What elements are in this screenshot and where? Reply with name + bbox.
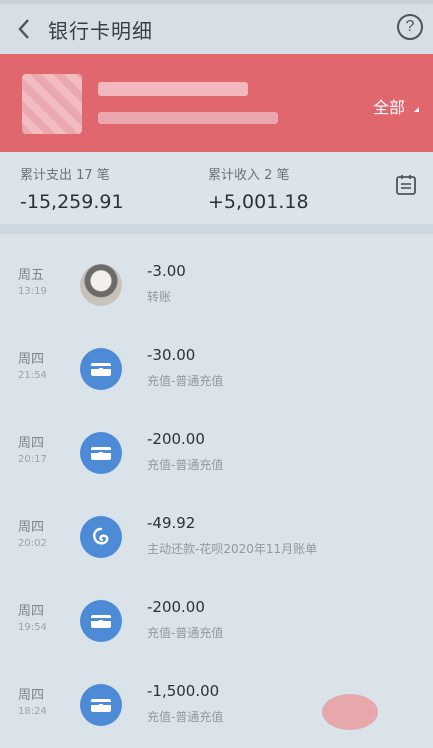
card-header: 全部 bbox=[0, 54, 433, 152]
transaction-row[interactable]: 周四 20:02 -49.92 主动还款-花呗2020年11月账单 bbox=[0, 486, 433, 570]
nav-bar: 银行卡明细 ? bbox=[0, 4, 433, 54]
filter-dropdown[interactable]: 全部 bbox=[373, 94, 419, 118]
wallet-icon bbox=[80, 600, 122, 642]
row-day: 周四 bbox=[18, 436, 45, 451]
page-title: 银行卡明细 bbox=[48, 18, 153, 43]
card-name-blurred bbox=[98, 82, 248, 96]
wallet-icon bbox=[80, 348, 122, 390]
triangle-icon bbox=[409, 106, 419, 112]
expense-label: 累计支出 17 笔 bbox=[20, 168, 110, 183]
row-time: 19:54 bbox=[18, 622, 47, 633]
row-amount: -200.00 bbox=[147, 430, 205, 448]
wallet-icon bbox=[80, 432, 122, 474]
row-day: 周四 bbox=[18, 688, 45, 703]
transaction-row[interactable]: 周五 13:19 -3.00 转账 bbox=[0, 234, 433, 318]
transaction-row[interactable]: 周四 21:54 -30.00 充值-普通充值 bbox=[0, 318, 433, 402]
row-amount: -1,500.00 bbox=[147, 682, 220, 700]
expense-value: -15,259.91 bbox=[20, 191, 124, 213]
transaction-row[interactable]: 周四 20:17 -200.00 充值-普通充值 bbox=[0, 402, 433, 486]
row-desc: 主动还款-花呗2020年11月账单 bbox=[147, 542, 318, 556]
card-logo-blurred bbox=[22, 74, 82, 134]
row-day: 周四 bbox=[18, 352, 45, 367]
row-day: 周四 bbox=[18, 520, 45, 535]
row-desc: 转账 bbox=[147, 290, 172, 304]
row-amount: -200.00 bbox=[147, 598, 205, 616]
expense-summary: 累计支出 17 笔 -15,259.91 bbox=[20, 164, 124, 213]
row-time: 13:19 bbox=[18, 286, 47, 297]
row-amount: -49.92 bbox=[147, 514, 196, 532]
red-mark bbox=[322, 694, 378, 730]
row-desc: 充值-普通充值 bbox=[147, 458, 224, 472]
row-time: 18:24 bbox=[18, 706, 47, 717]
income-value: +5,001.18 bbox=[208, 191, 309, 213]
card-number-blurred bbox=[98, 112, 278, 124]
help-button[interactable]: ? bbox=[397, 14, 423, 40]
row-time: 20:02 bbox=[18, 538, 47, 549]
row-time: 20:17 bbox=[18, 454, 47, 465]
income-summary: 累计收入 2 笔 +5,001.18 bbox=[208, 164, 309, 213]
row-desc: 充值-普通充值 bbox=[147, 626, 224, 640]
calendar-icon[interactable] bbox=[395, 174, 417, 196]
row-desc: 充值-普通充值 bbox=[147, 710, 224, 724]
transaction-list: 周五 13:19 -3.00 转账 周四 21:54 -30.00 充值-普通充… bbox=[0, 234, 433, 748]
row-day: 周五 bbox=[18, 268, 45, 283]
row-time: 21:54 bbox=[18, 370, 47, 381]
row-amount: -3.00 bbox=[147, 262, 186, 280]
back-button[interactable] bbox=[0, 4, 48, 54]
huabei-icon bbox=[80, 516, 122, 558]
divider bbox=[0, 224, 433, 234]
row-day: 周四 bbox=[18, 604, 45, 619]
transaction-row[interactable]: 周四 19:54 -200.00 充值-普通充值 bbox=[0, 570, 433, 654]
summary-panel: 累计支出 17 笔 -15,259.91 累计收入 2 笔 +5,001.18 bbox=[0, 152, 433, 224]
income-label: 累计收入 2 笔 bbox=[208, 168, 290, 183]
row-amount: -30.00 bbox=[147, 346, 196, 364]
user-avatar bbox=[80, 264, 122, 306]
row-desc: 充值-普通充值 bbox=[147, 374, 224, 388]
chevron-left-icon bbox=[18, 19, 29, 39]
filter-label: 全部 bbox=[372, 98, 405, 117]
wallet-icon bbox=[80, 684, 122, 726]
